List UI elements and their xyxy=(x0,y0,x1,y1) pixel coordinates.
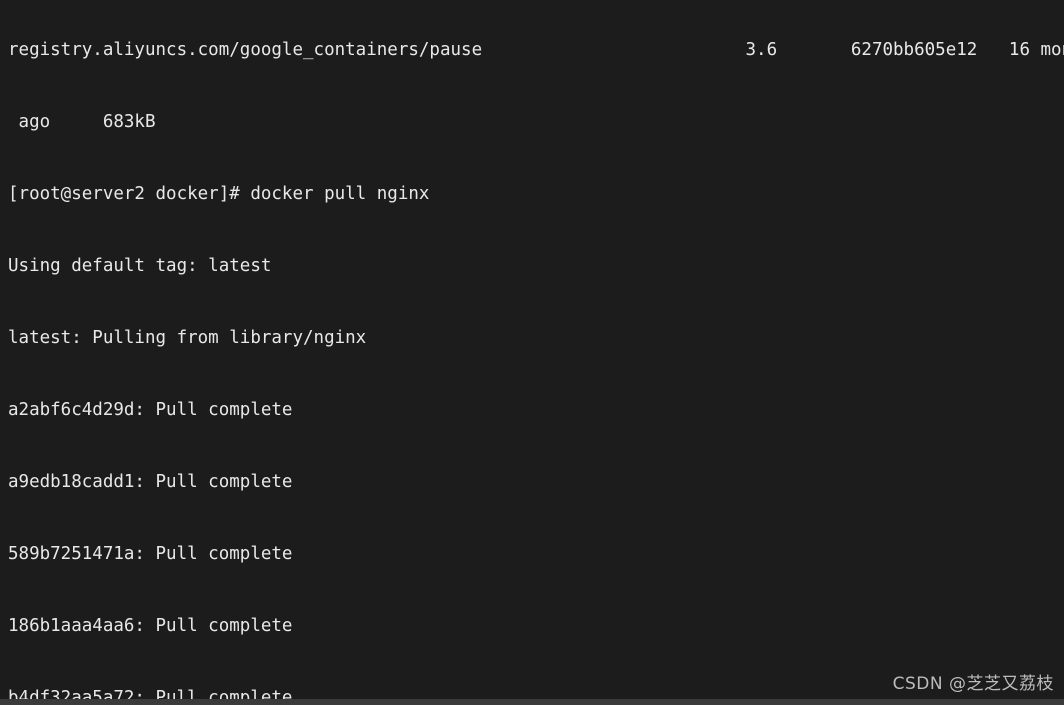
terminal-line: ago 683kB xyxy=(8,112,156,132)
terminal-window[interactable]: registry.aliyuncs.com/google_containers/… xyxy=(0,0,1064,705)
terminal-line: 186b1aaa4aa6: Pull complete xyxy=(8,616,293,636)
terminal-line: Using default tag: latest xyxy=(8,256,272,276)
terminal-line: a9edb18cadd1: Pull complete xyxy=(8,472,293,492)
terminal-line: 589b7251471a: Pull complete xyxy=(8,544,293,564)
terminal-line-command: [root@server2 docker]# docker pull nginx xyxy=(8,184,430,204)
csdn-watermark: CSDN @芝芝又荔枝 xyxy=(892,674,1054,694)
terminal-screen[interactable]: registry.aliyuncs.com/google_containers/… xyxy=(8,0,1064,705)
terminal-line: latest: Pulling from library/nginx xyxy=(8,328,367,348)
terminal-line: a2abf6c4d29d: Pull complete xyxy=(8,400,293,420)
window-bottom-edge xyxy=(0,699,1064,705)
terminal-line: registry.aliyuncs.com/google_containers/… xyxy=(8,40,1064,60)
